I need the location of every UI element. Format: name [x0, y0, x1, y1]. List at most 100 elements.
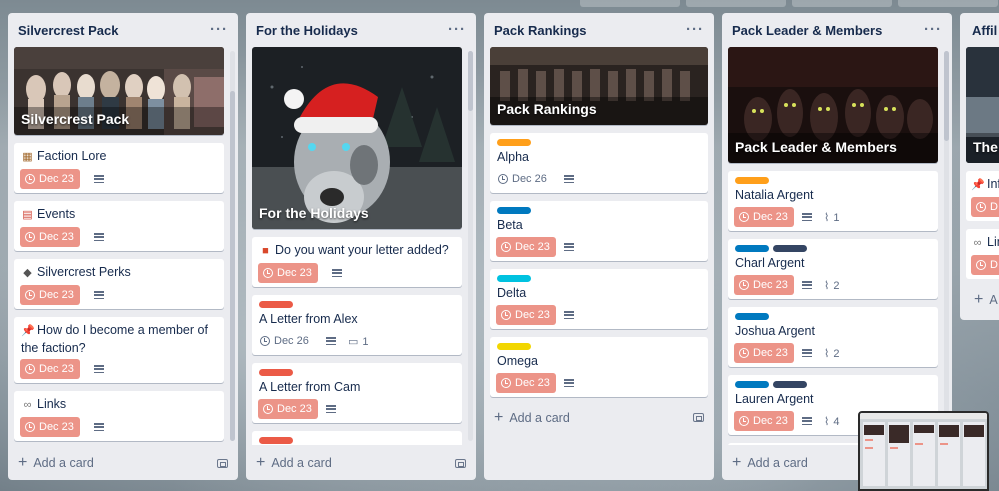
- card-label[interactable]: [259, 369, 293, 376]
- card-beta[interactable]: Beta Dec 23: [490, 201, 708, 261]
- add-card-button[interactable]: + Add a card: [18, 455, 94, 471]
- card-links[interactable]: ∞ Links Dec 23: [14, 391, 224, 441]
- card-label[interactable]: [735, 177, 769, 184]
- card-charl-argent[interactable]: Charl Argent Dec 23 ⌇ 2: [728, 239, 938, 299]
- card-info-partial[interactable]: 📌Inf D: [966, 171, 999, 221]
- list-scrollbar[interactable]: [944, 51, 949, 441]
- description-icon: [802, 349, 812, 358]
- add-card-button[interactable]: + A: [974, 292, 998, 308]
- due-date-badge[interactable]: Dec 23: [258, 399, 318, 419]
- due-date-badge[interactable]: D: [971, 197, 999, 217]
- list-menu-button[interactable]: ···: [686, 22, 704, 37]
- card-label[interactable]: [735, 245, 769, 252]
- list-header[interactable]: Pack Rankings ···: [484, 13, 714, 47]
- card-title: Silvercrest Perks: [37, 265, 131, 279]
- cover-card[interactable]: Pack Rankings: [490, 47, 708, 125]
- clock-icon: [739, 280, 749, 290]
- card-label[interactable]: [773, 245, 807, 252]
- screenshot-thumbnail[interactable]: [858, 411, 989, 491]
- due-date-badge[interactable]: D: [971, 255, 999, 275]
- due-date-badge[interactable]: Dec 23: [20, 417, 80, 437]
- list-menu-button[interactable]: ···: [210, 22, 228, 37]
- description-icon: [326, 337, 336, 346]
- due-date-badge[interactable]: Dec 23: [496, 237, 556, 257]
- card-letter-added[interactable]: ■ Do you want your letter added? Dec 23: [252, 237, 462, 287]
- due-date-badge[interactable]: Dec 23: [20, 169, 80, 189]
- card-natalia-argent[interactable]: Natalia Argent Dec 23 ⌇ 1: [728, 171, 938, 231]
- list-header[interactable]: Silvercrest Pack ···: [8, 13, 238, 47]
- due-date-badge[interactable]: Dec 23: [20, 359, 80, 379]
- plus-icon: +: [732, 454, 742, 471]
- due-date-badge[interactable]: Dec 23: [734, 411, 794, 431]
- card-label[interactable]: [259, 301, 293, 308]
- cover-card[interactable]: Silvercrest Pack: [14, 47, 224, 135]
- list-title[interactable]: Pack Leader & Members: [732, 23, 882, 38]
- card-title: Events: [37, 207, 76, 221]
- paperclip-icon: ⌇: [824, 280, 830, 292]
- list-menu-button[interactable]: ···: [448, 22, 466, 37]
- card-partial[interactable]: [252, 431, 462, 445]
- list-header[interactable]: For the Holidays ···: [246, 13, 476, 47]
- card-label[interactable]: [773, 381, 807, 388]
- due-date-badge[interactable]: Dec 23: [20, 285, 80, 305]
- due-date-badge[interactable]: Dec 23: [734, 343, 794, 363]
- card-template-icon[interactable]: [217, 459, 228, 468]
- card-faction-lore[interactable]: ▦ Faction Lore Dec 23: [14, 143, 224, 193]
- due-date-badge[interactable]: Dec 23: [496, 373, 556, 393]
- card-omega[interactable]: Omega Dec 23: [490, 337, 708, 397]
- clock-icon: [739, 212, 749, 222]
- top-tab: [686, 0, 786, 7]
- card-letter-cam[interactable]: A Letter from Cam Dec 23: [252, 363, 462, 423]
- list-for-the-holidays: For the Holidays ··· For the Holidays ■ …: [246, 13, 476, 480]
- cover-title: Pack Rankings: [497, 101, 597, 117]
- cover-card[interactable]: The: [966, 47, 999, 163]
- card-letter-alex[interactable]: A Letter from Alex Dec 26 ▭ 1: [252, 295, 462, 355]
- list-scrollbar[interactable]: [230, 51, 235, 441]
- cover-card[interactable]: Pack Leader & Members: [728, 47, 938, 163]
- clock-icon: [501, 310, 511, 320]
- card-label[interactable]: [735, 313, 769, 320]
- card-delta[interactable]: Delta Dec 23: [490, 269, 708, 329]
- list-title[interactable]: Silvercrest Pack: [18, 23, 118, 38]
- add-card-button[interactable]: + Add a card: [256, 455, 332, 471]
- add-card-button[interactable]: + Add a card: [494, 410, 570, 426]
- due-date: Dec 23: [39, 421, 74, 433]
- due-date-badge[interactable]: Dec 26: [496, 169, 553, 189]
- list-title[interactable]: For the Holidays: [256, 23, 358, 38]
- card-label[interactable]: [259, 437, 293, 444]
- due-date: Dec 23: [39, 363, 74, 375]
- card-joshua-argent[interactable]: Joshua Argent Dec 23 ⌇ 2: [728, 307, 938, 367]
- due-date-badge[interactable]: Dec 23: [734, 275, 794, 295]
- top-tab: [898, 0, 998, 7]
- add-card-button[interactable]: + Add a card: [732, 454, 808, 471]
- card-become-member[interactable]: 📌 How do I become a member of the faction…: [14, 317, 224, 383]
- clock-icon: [739, 348, 749, 358]
- due-date-badge[interactable]: Dec 26: [258, 331, 315, 351]
- due-date-badge[interactable]: Dec 23: [258, 263, 318, 283]
- due-date-badge[interactable]: Dec 23: [20, 227, 80, 247]
- list-scrollbar[interactable]: [468, 51, 473, 441]
- list-title[interactable]: Pack Rankings: [494, 23, 587, 38]
- card-label[interactable]: [497, 343, 531, 350]
- list-header[interactable]: Affil: [960, 13, 999, 47]
- card-label[interactable]: [497, 207, 531, 214]
- card-silvercrest-perks[interactable]: ◆ Silvercrest Perks Dec 23: [14, 259, 224, 309]
- card-alpha[interactable]: Alpha Dec 26: [490, 133, 708, 193]
- list-title[interactable]: Affil: [972, 23, 997, 38]
- due-date: Dec 23: [753, 279, 788, 291]
- due-date-badge[interactable]: Dec 23: [496, 305, 556, 325]
- card-template-icon[interactable]: [455, 459, 466, 468]
- clock-icon: [739, 416, 749, 426]
- clock-icon: [498, 174, 508, 184]
- due-date-badge[interactable]: Dec 23: [734, 207, 794, 227]
- card-template-icon[interactable]: [693, 413, 704, 422]
- card-events[interactable]: ▤ Events Dec 23: [14, 201, 224, 251]
- list-menu-button[interactable]: ···: [924, 22, 942, 37]
- card-label[interactable]: [497, 275, 531, 282]
- cover-card[interactable]: For the Holidays: [252, 47, 462, 229]
- card-label[interactable]: [497, 139, 531, 146]
- card-links-partial[interactable]: ∞Lin D: [966, 229, 999, 279]
- cover-image: Pack Rankings: [490, 47, 708, 125]
- card-label[interactable]: [735, 381, 769, 388]
- list-header[interactable]: Pack Leader & Members ···: [722, 13, 952, 47]
